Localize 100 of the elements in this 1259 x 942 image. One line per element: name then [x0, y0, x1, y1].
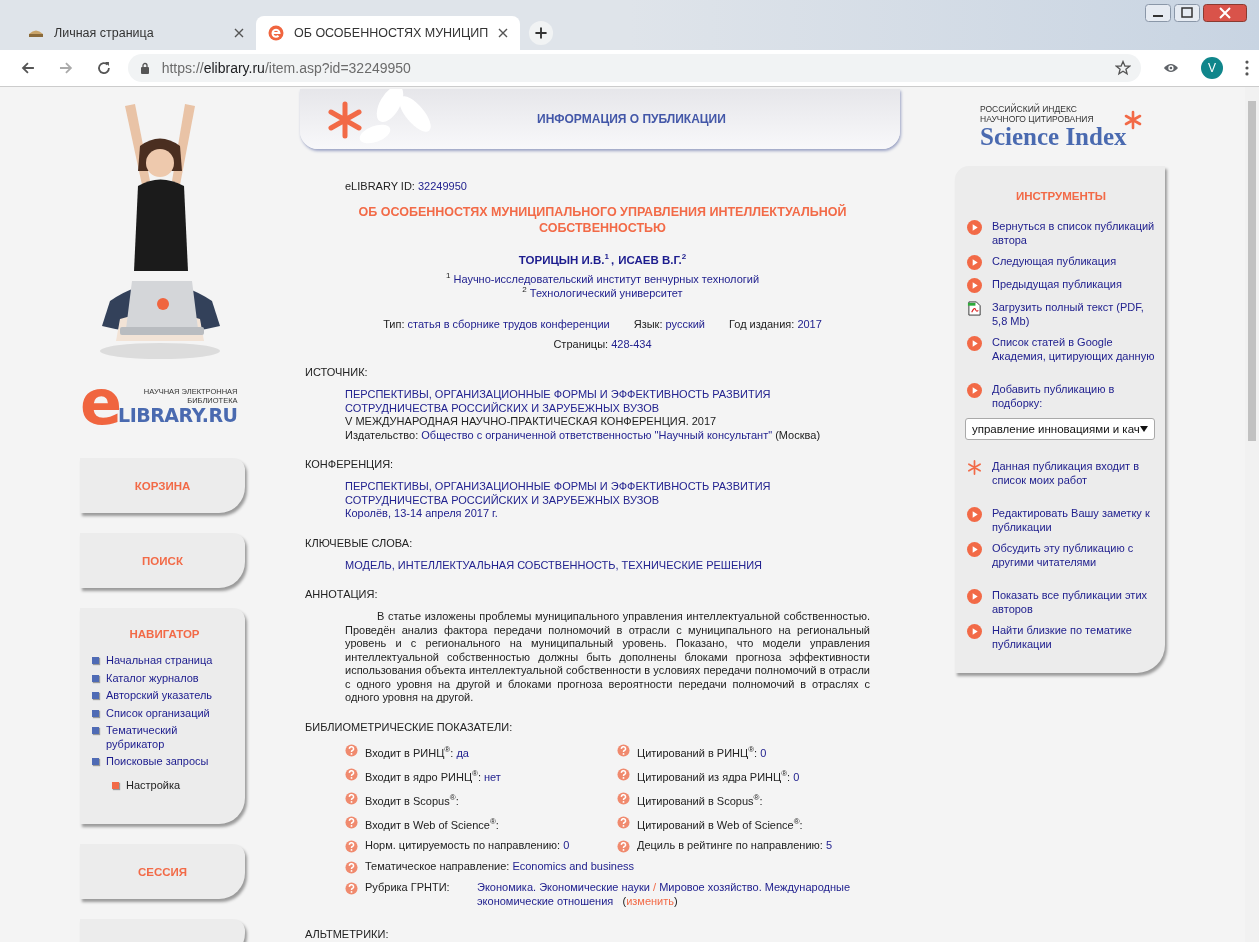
browser-tab[interactable]: ОБ ОСОБЕННОСТЯХ МУНИЦИП: [256, 16, 521, 50]
caret-icon: [1140, 426, 1148, 432]
help-icon[interactable]: [345, 767, 358, 781]
metric-field: Цитирований в Web of Science$^{®}$:: [637, 814, 803, 833]
help-icon[interactable]: [345, 743, 358, 757]
star-icon[interactable]: [1115, 60, 1132, 76]
tool-link[interactable]: Предыдущая публикация: [992, 278, 1122, 292]
source-link[interactable]: ПЕРСПЕКТИВЫ, ОРГАНИЗАЦИОННЫЕ ФОРМЫ И ЭФФЕКТИВНОСТЬ РАЗВИТИЯ СОТРУДНИЧЕСТВА РОССИЙСКИХ И ЗАРУБЕЖНЫХ ВУЗОВ: [345, 388, 870, 415]
nav-link[interactable]: Тематический рубрикатор: [106, 724, 237, 751]
science-index-logo[interactable]: РОССИЙСКИЙ ИНДЕКС НАУЧНОГО ЦИТИРОВАНИЯ Science Index: [980, 104, 1165, 150]
tool-link[interactable]: Список статей в Google Академия, цитирующих данную: [992, 336, 1155, 363]
tool-link[interactable]: Добавить публикацию в подборку:: [992, 383, 1155, 410]
metric-field: Входит в РИНЦ$^{®}$: да: [365, 742, 469, 760]
nav-link[interactable]: Настройка: [126, 778, 181, 792]
elibrary-id: eLIBRARY ID: 32249950: [345, 180, 468, 192]
nav-link[interactable]: Каталог журналов: [106, 671, 199, 685]
play-icon: [967, 255, 982, 270]
help-icon[interactable]: [617, 791, 630, 805]
browser-tab[interactable]: Личная страница: [16, 16, 256, 50]
help-icon[interactable]: [617, 815, 630, 829]
close-icon[interactable]: [1203, 4, 1247, 22]
reload-icon[interactable]: [95, 60, 112, 76]
publication-title: ОБ ОСОБЕННОСТЯХ МУНИЦИПАЛЬНОГО УПРАВЛЕНИЯ ИНТЕЛЛЕКТУАЛЬНОЙ СОБСТВЕННОСТЬЮ: [357, 204, 848, 236]
help-icon[interactable]: [345, 815, 358, 829]
metric-field: Цитирований из ядра РИНЦ$^{®}$: 0: [637, 766, 800, 784]
help-icon[interactable]: [345, 791, 358, 805]
nav-link[interactable]: Поисковые запросы: [106, 755, 209, 769]
section-heading: АЛЬТМЕТРИКИ:: [305, 928, 390, 941]
help-icon[interactable]: [617, 767, 630, 781]
tool-link[interactable]: Следующая публикация: [992, 255, 1117, 269]
bullet-icon: [112, 781, 119, 789]
metric-field: Цитирований в РИНЦ$^{®}$: 0: [637, 742, 767, 760]
nav-link[interactable]: Авторский указатель: [106, 689, 213, 703]
tab-title: ОБ ОСОБЕННОСТЯХ МУНИЦИП: [294, 26, 489, 40]
bullet-icon: [92, 727, 99, 734]
help-icon[interactable]: [345, 840, 358, 854]
section-heading: КОНФЕРЕНЦИЯ:: [305, 458, 395, 470]
maximize-icon[interactable]: [1174, 4, 1200, 22]
author-link[interactable]: ТОРИЦЫН И.В.$^{1}$: [518, 254, 609, 266]
affiliation-link[interactable]: $^{2}$ Технологический университет: [522, 286, 683, 300]
bullet-icon: [92, 674, 99, 682]
rubric-link[interactable]: Экономика. Экономические науки: [477, 881, 650, 894]
author-link[interactable]: ИСАЕВ В.Г.$^{2}$: [618, 254, 687, 266]
profile-avatar[interactable]: V: [1201, 57, 1223, 79]
rubric-field: Экономика. Экономические науки / Мировое хозяйство. Международные экономические отношения (изменить): [477, 881, 870, 909]
metric-field: Входит в ядро РИНЦ$^{®}$: нет: [365, 766, 501, 784]
bullet-icon: [92, 758, 99, 765]
minimize-icon[interactable]: [1145, 4, 1171, 22]
play-icon: [967, 624, 982, 639]
help-icon[interactable]: [345, 861, 358, 875]
collection-dropdown[interactable]: управление инновациями и кач: [965, 418, 1155, 440]
keywords-link[interactable]: МОДЕЛЬ, ИНТЕЛЛЕКТУАЛЬНАЯ СОБСТВЕННОСТЬ, ТЕХНИЧЕСКИЕ РЕШЕНИЯ: [345, 558, 870, 572]
publisher-field: Издательство: Общество с ограниченной ответственностью "Научный консультант" (Москва): [345, 428, 870, 442]
site-logo-icon: [268, 25, 284, 41]
lock-icon: [139, 62, 150, 74]
menu-icon[interactable]: [1245, 60, 1249, 76]
tool-link[interactable]: Показать все публикации этих авторов: [992, 589, 1155, 616]
meta-field: Год издания: 2017: [729, 318, 822, 330]
metric-field: Тематическое направление: Economics and business: [365, 860, 635, 874]
nav-link[interactable]: Начальная страница: [106, 654, 213, 668]
metric-field: Норм. цитируемость по направлению: 0: [365, 839, 570, 853]
play-icon: [967, 383, 982, 398]
section-heading: ИСТОЧНИК:: [305, 366, 369, 378]
meta-field: Тип: статья в сборнике трудов конференции: [383, 318, 610, 330]
panel-title: НАВИГАТОР: [129, 628, 200, 640]
back-icon[interactable]: [20, 60, 36, 76]
play-icon: [967, 507, 982, 522]
pdf-file-icon: [967, 301, 982, 316]
meta-field: Язык: русский: [633, 318, 706, 330]
play-icon: [967, 589, 982, 604]
metric-field: Дециль в рейтинге по направлению: 5: [637, 839, 833, 853]
metric-field: Входит в Web of Science$^{®}$:: [365, 814, 499, 833]
conference-place: Королёв, 13-14 апреля 2017 г.: [345, 507, 499, 521]
tool-link[interactable]: Вернуться в список публикаций автора: [992, 220, 1155, 247]
conference-link[interactable]: ПЕРСПЕКТИВЫ, ОРГАНИЗАЦИОННЫЕ ФОРМЫ И ЭФФЕКТИВНОСТЬ РАЗВИТИЯ СОТРУДНИЧЕСТВА РОССИЙСКИХ И ЗАРУБЕЖНЫХ ВУЗОВ: [345, 480, 870, 507]
tool-link[interactable]: Найти близкие по тематике публикации: [992, 624, 1155, 651]
close-icon[interactable]: [234, 28, 244, 38]
tool-link[interactable]: Редактировать Вашу заметку к публикации: [992, 507, 1155, 534]
new-tab-icon[interactable]: [528, 20, 555, 46]
help-icon[interactable]: [617, 743, 630, 757]
nav-link[interactable]: Список организаций: [106, 706, 210, 720]
tab-title: Личная страница: [54, 26, 155, 40]
affiliation-link[interactable]: $^{1}$ Научно-исследовательский институт венчурных технологий: [445, 272, 760, 286]
forward-icon[interactable]: [57, 60, 74, 76]
tool-link[interactable]: Обсудить эту публикацию с другими читателями: [992, 542, 1155, 569]
section-heading: АННОТАЦИЯ:: [305, 588, 379, 600]
conference-name: V МЕЖДУНАРОДНАЯ НАУЧНО-ПРАКТИЧЕСКАЯ КОНФЕРЕНЦИЯ. 2017: [345, 415, 718, 429]
abstract-text: В статье изложены проблемы муниципального управления интеллектуальной собственностью. Проведён анализ фактора передачи полномочий в отрасли с муниципального на региональный уровень и с регионального на муниципальный уровень. Показано, что модели управления интеллектуальной собственностью должны быть дополнены блоками прогноза эффективности использования объекта интеллектуальной собственности в условиях передачи полномочий в отрасли с одного уровня на другой и блоками прогноза вероятности передачи полномочий в отраслях с одного уровня на другой.: [345, 610, 870, 705]
tool-link[interactable]: Загрузить полный текст (PDF, 5,8 Mb): [992, 301, 1155, 328]
metric-label: Рубрика ГРНТИ:: [365, 881, 451, 895]
play-icon: [967, 278, 982, 293]
panel-title: ИНСТРУМЕНТЫ: [1015, 190, 1107, 202]
close-icon[interactable]: [498, 28, 509, 38]
metric-field: Цитирований в Scopus$^{®}$:: [637, 790, 763, 808]
asterisk-icon: [967, 460, 982, 475]
help-icon[interactable]: [345, 882, 358, 896]
help-icon[interactable]: [617, 840, 630, 854]
section-heading: БИБЛИОМЕТРИЧЕСКИЕ ПОКАЗАТЕЛИ:: [305, 720, 514, 733]
address-field[interactable]: https://elibrary.ru/item.asp?id=32249950: [127, 54, 1142, 82]
bullet-icon: [92, 692, 99, 699]
